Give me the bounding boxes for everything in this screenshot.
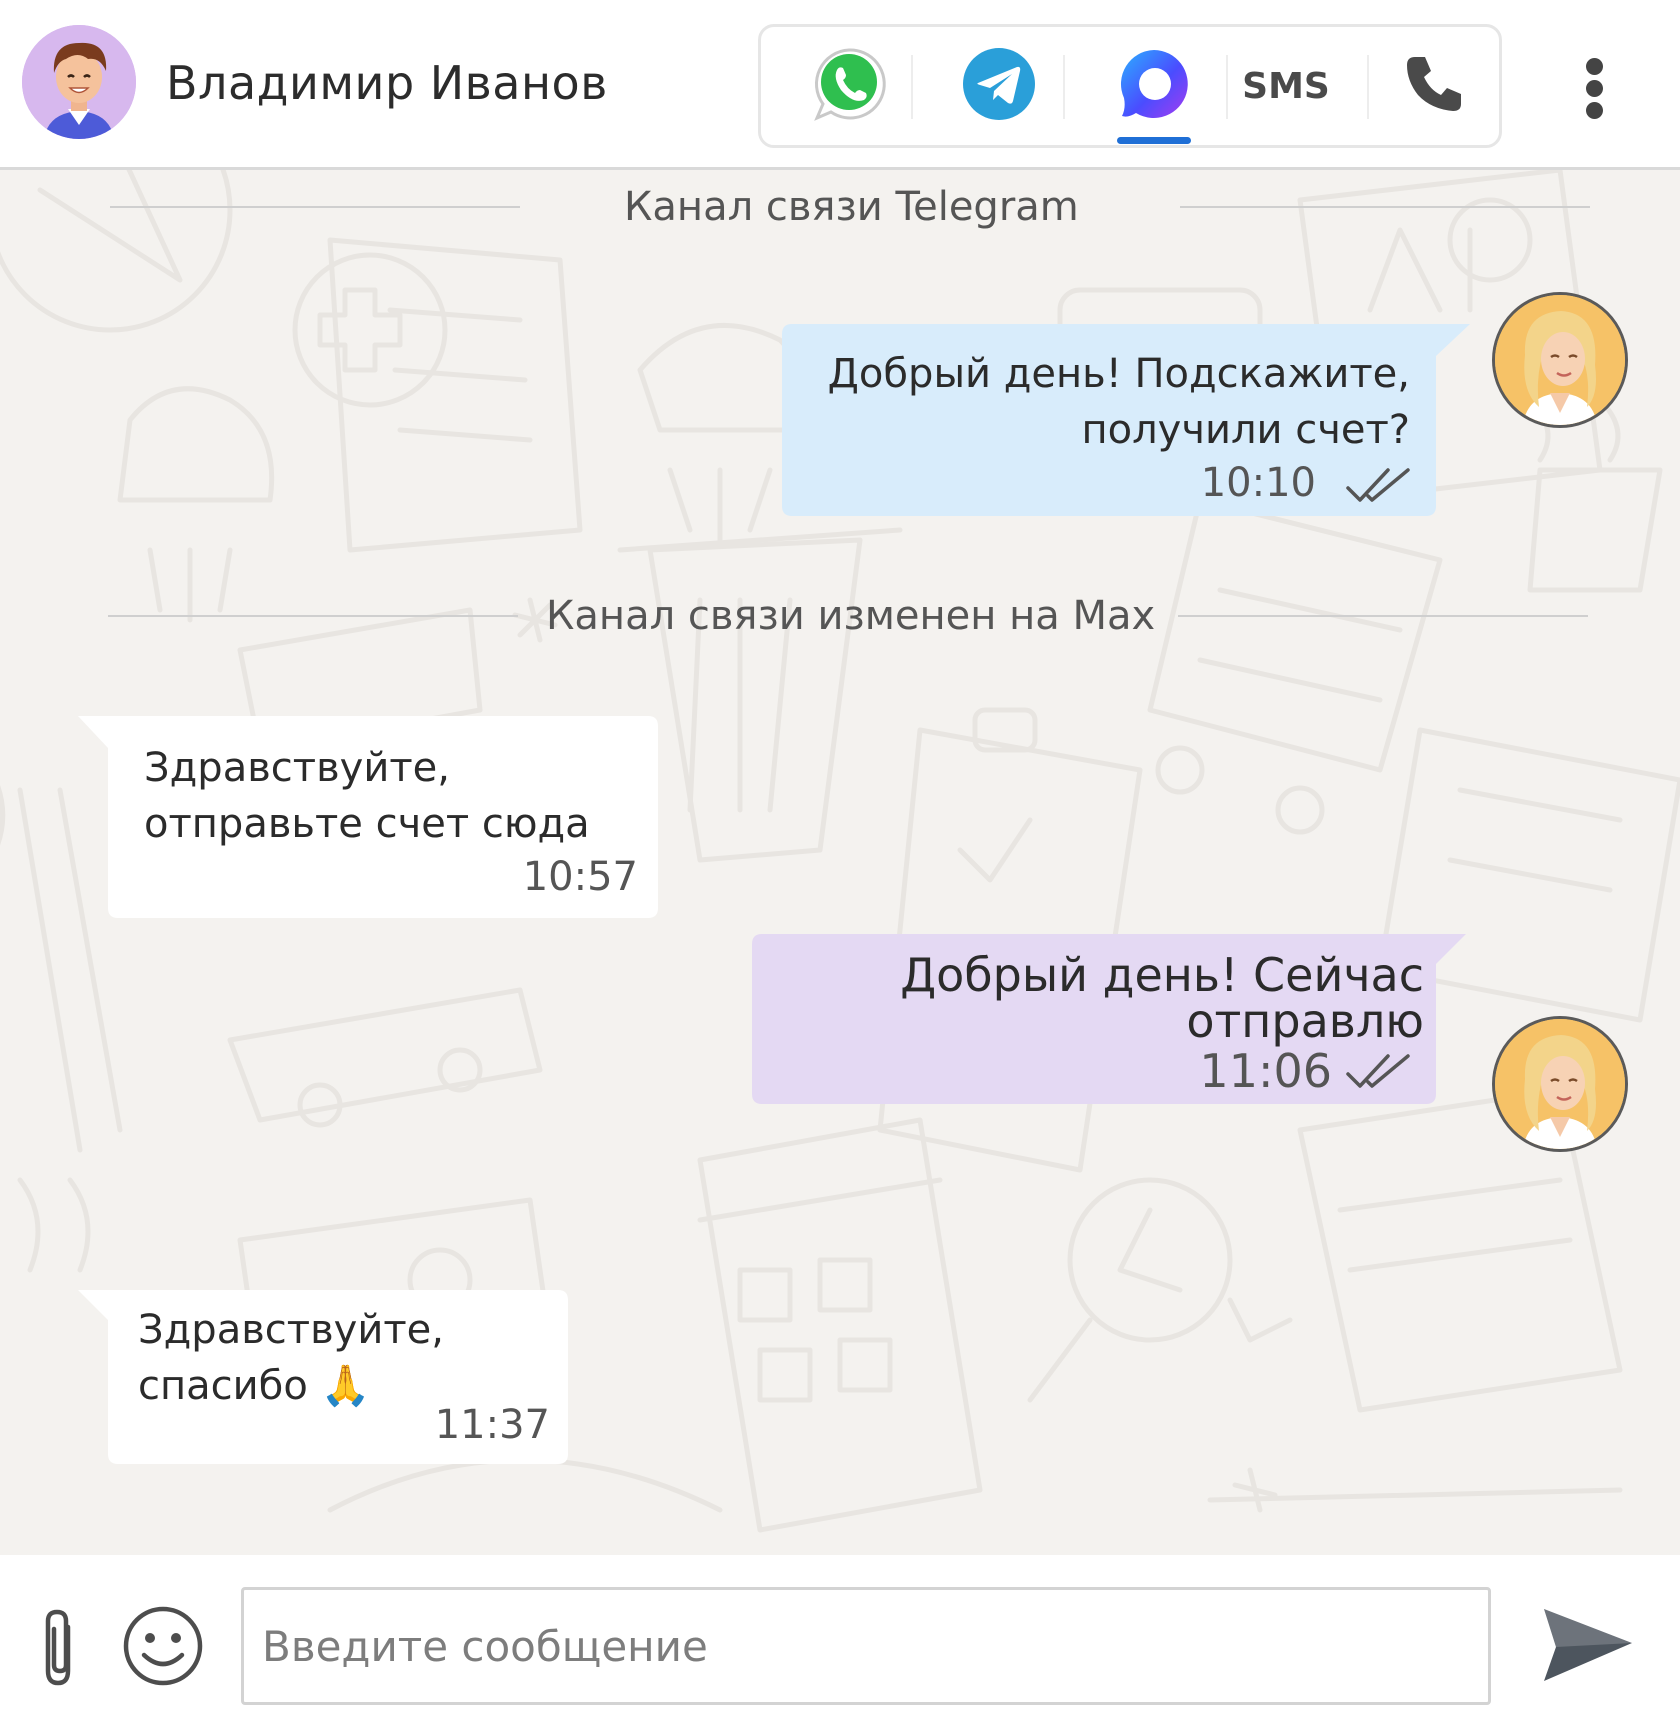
contact-name: Владимир Иванов xyxy=(166,56,608,110)
whatsapp-icon xyxy=(809,44,889,129)
incoming-message[interactable]: Здравствуйте, спасибо 🙏 11:37 xyxy=(78,1288,568,1464)
channel-sms-button[interactable]: SMS xyxy=(1241,27,1331,145)
phone-icon xyxy=(1403,53,1465,120)
message-text: Здравствуйте, отправьте счет сюда xyxy=(144,745,590,847)
outgoing-message[interactable]: Добрый день! Подскажите, получили счет? … xyxy=(782,320,1470,516)
message-input[interactable] xyxy=(241,1587,1491,1705)
message-text: Добрый день! Подскажите, получили счет? xyxy=(827,351,1410,453)
smiley-icon[interactable] xyxy=(122,1605,204,1692)
agent-avatar xyxy=(1492,292,1628,428)
channel-divider xyxy=(1063,55,1065,119)
channel-divider xyxy=(911,55,913,119)
chat-header: Владимир Иванов SMS xyxy=(0,0,1680,170)
message-time: 11:37 xyxy=(434,1402,550,1448)
message-time: 10:10 xyxy=(1200,460,1316,506)
channel-whatsapp-button[interactable] xyxy=(801,27,897,145)
message-text: Добрый день! Сейчас отправлю xyxy=(900,948,1424,1048)
message-time: 11:06 xyxy=(1199,1044,1332,1098)
channel-divider xyxy=(1367,55,1369,119)
message-time: 10:57 xyxy=(522,854,638,900)
separator-line xyxy=(1180,206,1590,208)
message-composer xyxy=(0,1555,1680,1731)
separator-line xyxy=(108,615,518,617)
chat-area[interactable]: Канал связи Telegram Добрый день! Подска… xyxy=(0,170,1680,1555)
channel-phone-button[interactable] xyxy=(1386,27,1482,145)
channel-max-button[interactable] xyxy=(1106,27,1202,145)
incoming-message[interactable]: Здравствуйте, отправьте счет сюда 10:57 xyxy=(78,712,658,918)
agent-avatar xyxy=(1492,1016,1628,1152)
telegram-icon xyxy=(961,46,1037,127)
active-channel-indicator xyxy=(1117,137,1191,144)
channel-divider xyxy=(1226,55,1228,119)
contact-avatar[interactable] xyxy=(22,25,136,139)
outgoing-message[interactable]: Добрый день! Сейчас отправлю 11:06 xyxy=(752,930,1466,1104)
double-check-icon xyxy=(1346,1052,1412,1097)
double-check-icon xyxy=(1346,466,1412,511)
max-chat-icon xyxy=(1116,46,1192,127)
sms-label: SMS xyxy=(1242,65,1330,107)
separator-line xyxy=(1178,615,1588,617)
message-text: Здравствуйте, спасибо 🙏 xyxy=(138,1307,444,1409)
channel-separator-max: Канал связи изменен на Max xyxy=(546,593,1156,639)
separator-line xyxy=(110,206,520,208)
channel-telegram-button[interactable] xyxy=(951,27,1047,145)
more-menu-button[interactable] xyxy=(1575,52,1615,122)
channel-separator-telegram: Канал связи Telegram xyxy=(624,184,1079,230)
send-icon[interactable] xyxy=(1540,1605,1636,1692)
channel-switcher: SMS xyxy=(758,24,1502,148)
paperclip-icon[interactable] xyxy=(38,1607,82,1694)
